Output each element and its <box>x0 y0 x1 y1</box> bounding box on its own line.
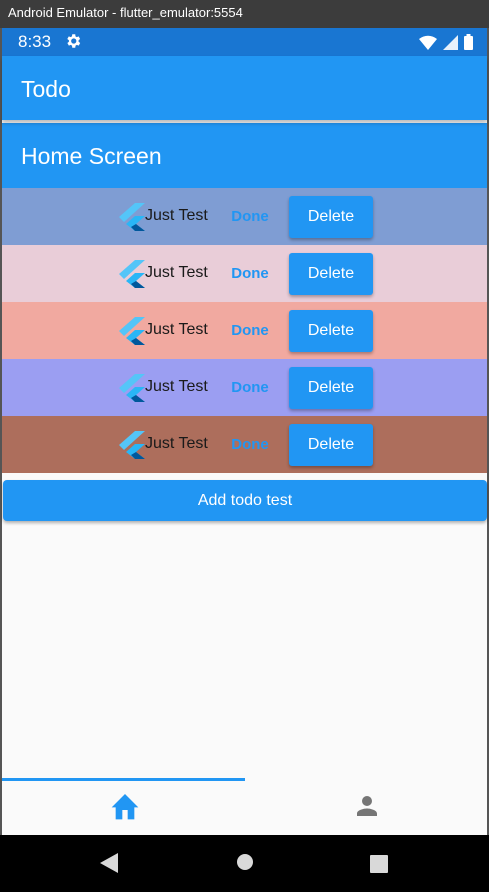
page-title: Home Screen <box>21 143 162 169</box>
todo-row: Just Test Done Delete <box>2 416 487 473</box>
todo-text: Just Test <box>145 264 208 281</box>
android-nav-bar <box>0 835 489 892</box>
delete-button[interactable]: Delete <box>289 367 373 409</box>
flutter-logo-icon <box>119 260 145 288</box>
todo-text: Just Test <box>145 378 208 395</box>
flutter-logo-icon <box>119 317 145 345</box>
window-title: Android Emulator - flutter_emulator:5554 <box>0 0 489 28</box>
delete-button[interactable]: Delete <box>289 253 373 295</box>
delete-button[interactable]: Delete <box>289 196 373 238</box>
todo-text: Just Test <box>145 435 208 452</box>
todo-row: Just Test Done Delete <box>2 359 487 416</box>
delete-button[interactable]: Delete <box>289 310 373 352</box>
delete-button[interactable]: Delete <box>289 424 373 466</box>
todo-row: Just Test Done Delete <box>2 302 487 359</box>
flutter-logo-icon <box>119 203 145 231</box>
done-button[interactable]: Done <box>226 316 274 346</box>
todo-text: Just Test <box>145 321 208 338</box>
wifi-icon <box>419 35 437 55</box>
bottom-nav <box>2 781 487 835</box>
home-circle-icon[interactable] <box>236 853 254 876</box>
person-icon[interactable] <box>352 791 382 826</box>
todo-text: Just Test <box>145 207 208 224</box>
done-button[interactable]: Done <box>226 202 274 232</box>
signal-icon <box>443 34 458 55</box>
back-icon[interactable] <box>100 853 120 878</box>
done-button[interactable]: Done <box>226 373 274 403</box>
home-icon[interactable] <box>109 791 141 826</box>
home-header: Home Screen <box>2 123 487 188</box>
todo-list: Just Test Done Delete Just Test Done Del… <box>2 188 487 473</box>
todo-row: Just Test Done Delete <box>2 245 487 302</box>
done-button[interactable]: Done <box>226 259 274 289</box>
gear-icon <box>64 32 82 55</box>
done-button[interactable]: Done <box>226 430 274 460</box>
todo-row: Just Test Done Delete <box>2 188 487 245</box>
app-bar: Todo <box>2 56 487 120</box>
app-title: Todo <box>21 76 71 102</box>
battery-icon <box>464 34 473 55</box>
status-time: 8:33 <box>18 32 52 51</box>
add-todo-button[interactable]: Add todo test <box>3 480 487 521</box>
status-bar: 8:33 <box>2 28 487 56</box>
recents-icon[interactable] <box>370 855 388 878</box>
flutter-logo-icon <box>119 374 145 402</box>
flutter-logo-icon <box>119 431 145 459</box>
